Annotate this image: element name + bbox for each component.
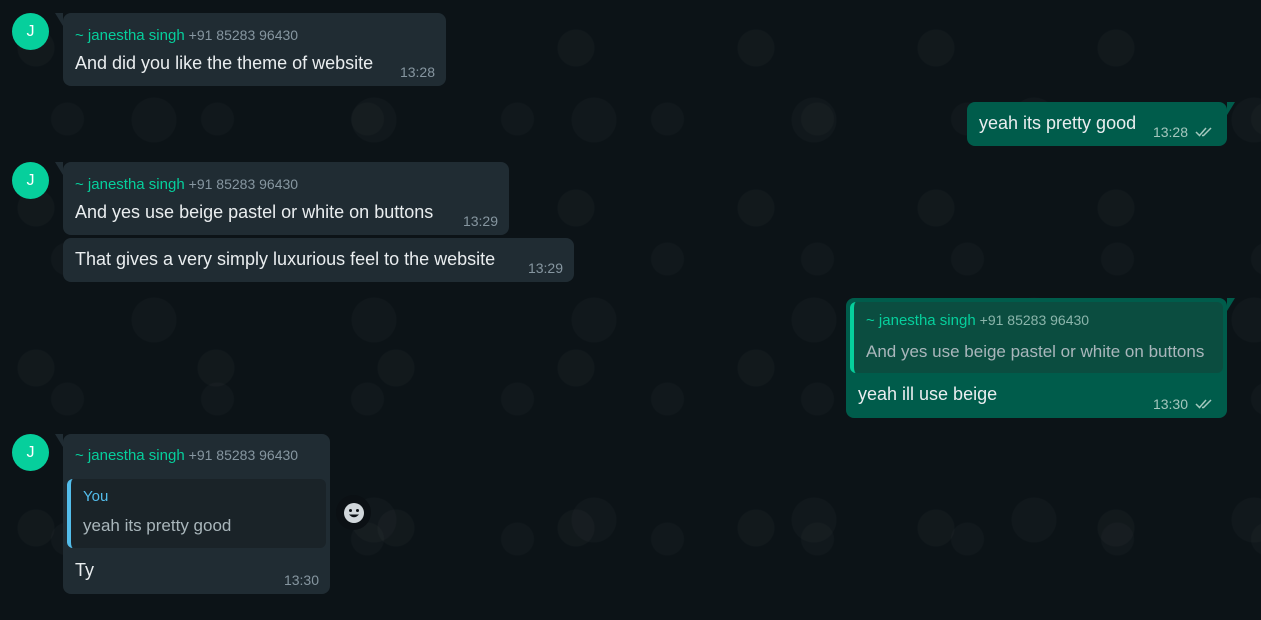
message-text: yeah its pretty good [979, 113, 1137, 133]
message-text: And yes use beige pastel or white on but… [75, 202, 434, 222]
sender-phone: +91 85283 96430 [188, 176, 299, 192]
sender-phone: +91 85283 96430 [188, 27, 299, 43]
message-time: 13:30 [1152, 396, 1188, 412]
sender-line: ~ janestha singh +91 85283 96430 [75, 447, 298, 464]
message-text: That gives a very simply luxurious feel … [75, 249, 496, 269]
avatar[interactable]: J [12, 162, 49, 199]
message-time: 13:28 [399, 64, 435, 80]
avatar-initial: J [26, 171, 35, 189]
sender-name[interactable]: ~ janestha singh [75, 447, 185, 464]
quote-sender: You [83, 488, 109, 505]
message-text: Ty [75, 560, 95, 580]
quote-phone: +91 85283 96430 [979, 312, 1090, 328]
message-text: And did you like the theme of website [75, 53, 374, 73]
sender-line: ~ janestha singh +91 85283 96430 [75, 176, 298, 193]
sender-phone: +91 85283 96430 [188, 447, 299, 463]
quote-sender-line: ~ janestha singh +91 85283 96430 [866, 312, 1089, 329]
avatar-initial: J [26, 443, 35, 461]
quoted-message[interactable]: You yeah its pretty good [67, 479, 326, 548]
sender-name[interactable]: ~ janestha singh [75, 176, 185, 193]
incoming-message[interactable]: ~ janestha singh +91 85283 96430 And yes … [55, 162, 509, 235]
react-button[interactable] [336, 495, 371, 530]
sender-name[interactable]: ~ janestha singh [75, 27, 185, 44]
incoming-message[interactable]: That gives a very simply luxurious feel … [63, 238, 574, 282]
quote-text: yeah its pretty good [83, 516, 232, 535]
message-text: yeah ill use beige [858, 384, 998, 404]
avatar[interactable]: J [12, 434, 49, 471]
quote-sender: ~ janestha singh [866, 312, 976, 329]
emoji-smile-icon [343, 502, 364, 523]
avatar[interactable]: J [12, 13, 49, 50]
outgoing-message[interactable]: ~ janestha singh +91 85283 96430 And yes … [846, 298, 1235, 418]
incoming-message[interactable]: ~ janestha singh +91 85283 96430 You yeah… [55, 434, 330, 594]
double-check-icon [1195, 127, 1212, 137]
avatar-initial: J [26, 22, 35, 40]
message-time: 13:28 [1152, 124, 1188, 140]
quoted-message[interactable]: ~ janestha singh +91 85283 96430 And yes … [850, 302, 1223, 373]
quote-text: And yes use beige pastel or white on but… [866, 342, 1205, 361]
sender-line: ~ janestha singh +91 85283 96430 [75, 27, 298, 44]
outgoing-message[interactable]: yeah its pretty good 13:28 [967, 102, 1235, 146]
double-check-icon [1195, 399, 1212, 409]
message-time: 13:29 [527, 260, 563, 276]
message-time: 13:30 [283, 572, 319, 588]
message-time: 13:29 [462, 213, 498, 229]
incoming-message[interactable]: ~ janestha singh +91 85283 96430 And did … [55, 13, 446, 86]
